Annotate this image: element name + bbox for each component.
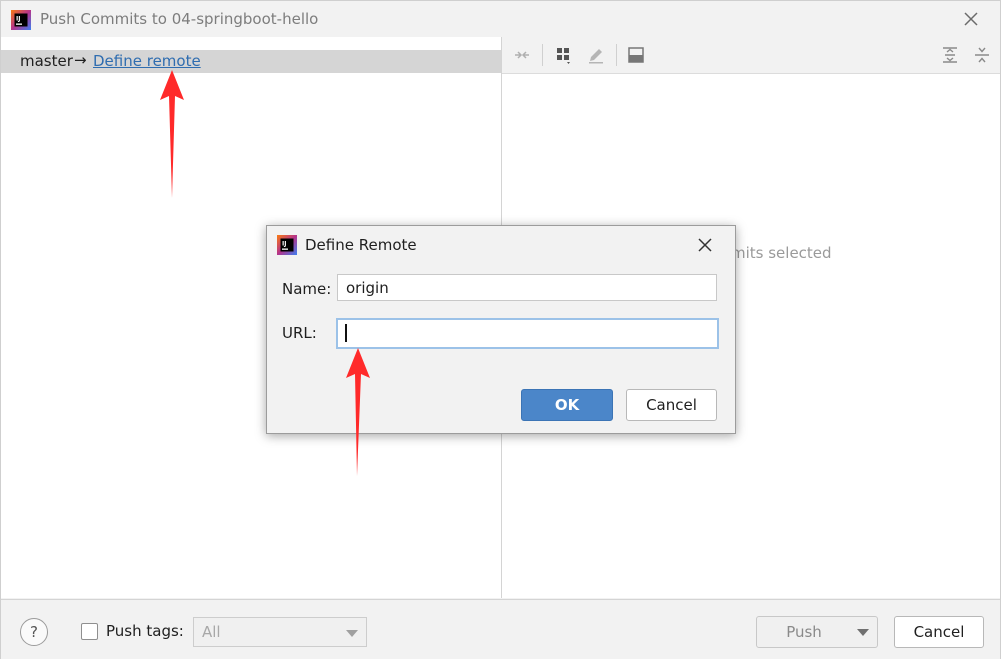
edit-icon[interactable] [586,45,606,65]
name-label: Name: [282,280,332,298]
push-button-label: Push [786,623,822,641]
help-icon: ? [30,623,38,641]
dropdown-caret-icon [857,629,869,636]
collapse-all-icon[interactable] [972,45,992,65]
intellij-logo-icon: IJ [11,10,31,30]
help-button[interactable]: ? [20,618,48,646]
window-title: Push Commits to 04-springboot-hello [40,10,319,28]
annotation-arrow-icon [346,348,370,476]
expand-all-icon[interactable] [940,45,960,65]
svg-text:IJ: IJ [16,16,20,23]
dialog-cancel-label: Cancel [646,396,697,414]
cancel-button-label: Cancel [913,623,965,641]
svg-text:IJ: IJ [282,241,286,248]
dialog-title: Define Remote [305,236,417,254]
name-input[interactable] [337,274,717,301]
title-bar: IJ Push Commits to 04-springboot-hello [1,1,1000,37]
close-icon[interactable] [697,237,713,253]
toolbar-separator [616,44,617,66]
empty-state-text: mits selected [731,244,832,262]
annotation-arrow-icon [160,70,184,198]
ok-button-label: OK [554,396,580,414]
push-button[interactable]: Push [756,616,852,648]
dialog-cancel-button[interactable]: Cancel [626,389,717,421]
cancel-button[interactable]: Cancel [894,616,984,648]
text-caret [345,324,347,342]
toolbar-separator [542,44,543,66]
bottom-bar: ? Push tags: All Push Cancel [1,599,1000,659]
tags-select[interactable]: All [193,617,367,647]
intellij-logo-icon: IJ [277,235,297,255]
push-arrow-glyph: → [74,51,87,69]
push-options-dropdown[interactable] [850,616,878,648]
branch-name: master [20,52,73,70]
url-input[interactable] [336,318,719,349]
close-icon[interactable] [962,10,980,28]
push-tags-label: Push tags: [106,622,184,640]
ok-button[interactable]: OK [521,389,613,421]
dropdown-caret-icon [346,630,358,637]
preview-icon[interactable] [626,45,646,65]
compare-icon[interactable] [512,45,532,65]
branch-row[interactable]: master → Define remote [1,50,501,73]
push-tags-checkbox[interactable] [81,623,98,640]
url-label: URL: [282,324,317,342]
define-remote-dialog: IJ Define Remote Name: URL: OK Cancel [266,225,736,434]
group-icon[interactable] [554,45,574,65]
details-toolbar [502,37,1000,74]
tags-select-value: All [202,623,221,641]
